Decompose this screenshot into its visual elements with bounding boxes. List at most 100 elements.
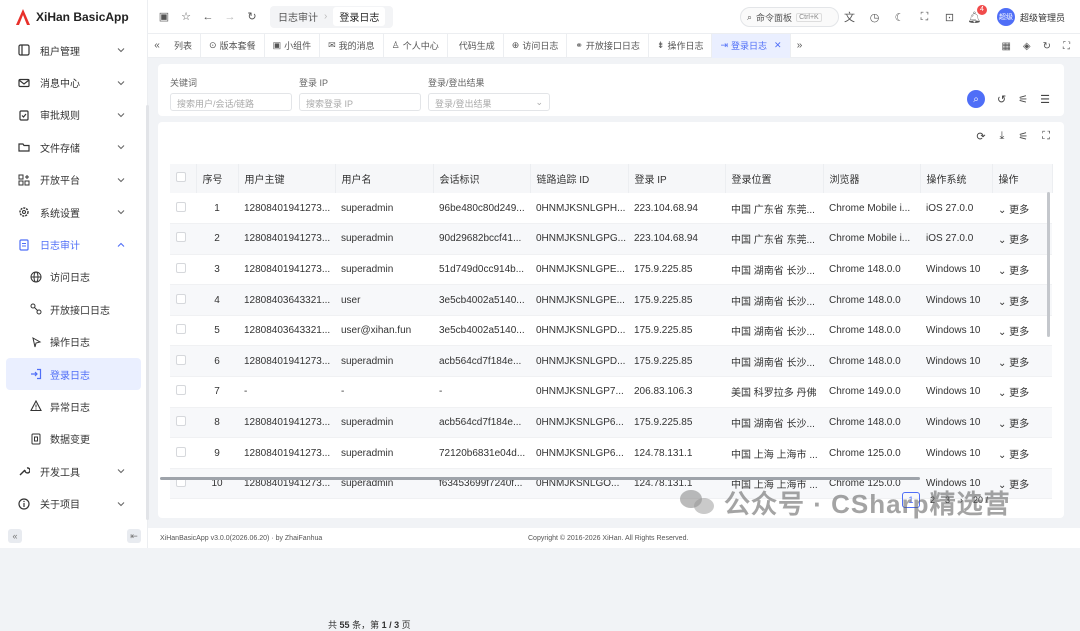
filter-adjust-icon[interactable]: ☰ <box>1040 93 1050 106</box>
forward-arrow-icon[interactable]: → <box>224 11 236 23</box>
more-button[interactable]: ⌄ 更多 <box>998 327 1029 338</box>
tab-4[interactable]: ♙ 个人中心 <box>384 33 448 58</box>
more-button[interactable]: ⌄ 更多 <box>998 266 1029 277</box>
tab-2[interactable]: ▣ 小组件 <box>265 33 321 58</box>
reload-icon[interactable]: ⟳ <box>976 130 985 143</box>
sidebar-item-items0[interactable]: 租户管理 <box>0 34 147 66</box>
column-header[interactable]: 登录位置 <box>725 164 824 193</box>
bell-icon[interactable]: 🔔︎ 4 <box>968 4 987 24</box>
command-palette-button[interactable]: ⌕ 命令面板 Ctrl+K <box>740 7 839 27</box>
tab-3[interactable]: ✉ 我的消息 <box>320 33 384 58</box>
column-header[interactable]: 会话标识 <box>433 164 531 193</box>
tabs-scroll-right-icon[interactable]: » <box>791 40 809 51</box>
lock-icon[interactable]: ⊡ <box>943 11 956 24</box>
more-button[interactable]: ⌄ 更多 <box>998 297 1029 308</box>
ip-input[interactable]: 搜索登录 IP <box>299 93 421 111</box>
row-checkbox[interactable] <box>176 415 186 426</box>
filter-settings-icon[interactable]: ⚟ <box>1018 93 1028 106</box>
tab-8[interactable]: ⇟ 操作日志 <box>649 33 713 58</box>
sidebar-subitem-0[interactable]: 访问日志 <box>0 261 147 293</box>
moon-icon[interactable]: ☾ <box>893 11 906 24</box>
table-fullscreen-icon[interactable]: ⛶ <box>1042 130 1050 143</box>
keyword-input[interactable]: 搜索用户/会话/链路 <box>170 93 292 111</box>
app-logo[interactable]: XiHan BasicApp <box>0 0 147 34</box>
tab-6[interactable]: ⊕ 访问日志 <box>504 33 568 58</box>
tab-9[interactable]: ⇥ 登录日志 ✕ <box>712 33 791 58</box>
tabs-scroll-left-icon[interactable]: « <box>148 40 166 51</box>
table-row[interactable]: 9 12808401941273... superadmin 72120b6831e0… <box>170 437 1052 469</box>
row-checkbox[interactable] <box>176 324 186 335</box>
sidebar-subitem-4[interactable]: 异常日志 <box>0 390 147 422</box>
sidebar-item-items2[interactable]: 审批规则 <box>0 99 147 131</box>
more-button[interactable]: ⌄ 更多 <box>998 358 1029 369</box>
download-icon[interactable]: ⤓ <box>1000 130 1005 143</box>
table-row[interactable]: 7- - -0HNMJKSNLGP7... 206.83.106.3 美国 科罗拉多 丹… <box>170 376 1052 408</box>
column-header[interactable]: 浏览器 <box>823 164 921 193</box>
more-button[interactable]: ⌄ 更多 <box>998 235 1029 246</box>
table-row[interactable]: 6 12808401941273... superadmin acb564cd7f18… <box>170 345 1052 378</box>
layers-icon[interactable]: ◈ <box>1023 41 1031 52</box>
more-button[interactable]: ⌄ 更多 <box>998 388 1029 399</box>
table-row[interactable]: 8 12808401941273... superadmin acb564cd7f18… <box>170 407 1052 439</box>
reset-icon[interactable]: ↺ <box>997 93 1006 106</box>
sidebar-item-bottom_items0[interactable]: 开发工具 <box>0 455 147 487</box>
sidebar-subitem-1[interactable]: 开放接口日志 <box>0 293 147 325</box>
grid-icon[interactable]: ▦ <box>1001 41 1010 52</box>
translate-icon[interactable]: 文 <box>843 11 856 24</box>
column-header[interactable]: 链路追踪 ID <box>530 164 629 193</box>
sidebar-subitem-2[interactable]: 操作日志 <box>0 326 147 358</box>
row-checkbox[interactable] <box>176 354 186 365</box>
table-row[interactable]: 5 12808403643321... user@xihan.fun 3e5cb400… <box>170 315 1052 347</box>
more-button[interactable]: ⌄ 更多 <box>998 419 1029 430</box>
tab-5[interactable]: 代码生成 <box>448 33 504 58</box>
column-header[interactable]: 登录 IP <box>628 164 726 193</box>
breadcrumb-current[interactable]: 登录日志 <box>333 7 386 26</box>
more-button[interactable]: ⌄ 更多 <box>998 205 1029 216</box>
maximize-icon[interactable]: ⛶ <box>1063 41 1070 52</box>
search-button[interactable]: ⌕ <box>967 90 986 108</box>
row-checkbox[interactable] <box>176 232 186 243</box>
row-checkbox[interactable] <box>176 201 186 212</box>
collapse-left-icon[interactable]: « <box>8 529 22 543</box>
row-checkbox[interactable] <box>176 385 186 396</box>
table-row[interactable]: 2 12808401941273... superadmin 90d29682bccf… <box>170 223 1052 255</box>
row-checkbox[interactable] <box>176 262 186 273</box>
fullscreen-icon[interactable]: ⛶ <box>918 11 931 24</box>
sidebar-item-items3[interactable]: 文件存储 <box>0 131 147 163</box>
back-arrow-icon[interactable]: ← <box>202 11 214 23</box>
sidebar-item-bottom_items1[interactable]: 关于项目 <box>0 487 147 519</box>
more-button[interactable]: ⌄ 更多 <box>998 450 1029 461</box>
close-icon[interactable]: ✕ <box>774 40 782 51</box>
table-row[interactable]: 4 12808403643321... user 3e5cb4002a5140... 0… <box>170 284 1052 316</box>
row-checkbox[interactable] <box>176 446 186 457</box>
sidebar-toggle-icon[interactable]: ▣ <box>158 11 170 23</box>
table-row[interactable]: 3 12808401941273... superadmin 51d749d0cc91… <box>170 254 1052 286</box>
collapse-sidebar-icon[interactable]: ⇤ <box>127 529 141 543</box>
refresh-icon[interactable]: ↻ <box>246 11 258 23</box>
result-select[interactable]: 登录/登出结果 ⌄ <box>428 93 550 111</box>
column-header[interactable]: 操作系统 <box>920 164 993 193</box>
sidebar-scrollbar[interactable] <box>146 105 149 520</box>
table-horizontal-scrollbar[interactable] <box>160 477 920 480</box>
tab-1[interactable]: ⊙ 版本套餐 <box>201 33 265 58</box>
star-icon[interactable]: ☆ <box>180 11 192 23</box>
table-vertical-scrollbar[interactable] <box>1047 192 1050 337</box>
sidebar-item-items4[interactable]: 开放平台 <box>0 164 147 196</box>
sidebar-item-items5[interactable]: 系统设置 <box>0 196 147 228</box>
column-header[interactable]: 操作 <box>992 164 1053 193</box>
tab-0[interactable]: 列表 <box>166 33 202 58</box>
column-header[interactable]: 用户名 <box>335 164 434 193</box>
user-menu[interactable]: 超级 超级管理员 <box>997 8 1065 26</box>
sidebar-subitem-3[interactable]: 登录日志 <box>6 357 141 391</box>
select-all-checkbox[interactable] <box>176 172 186 182</box>
sidebar-item-items1[interactable]: 消息中心 <box>0 66 147 98</box>
sidebar-item-items6[interactable]: 日志审计 <box>0 228 147 260</box>
clock-icon[interactable]: ◷ <box>868 11 881 24</box>
column-settings-icon[interactable]: ⚟ <box>1018 130 1028 143</box>
tab-7[interactable]: ⚭ 开放接口日志 <box>567 33 649 58</box>
tab-refresh-icon[interactable]: ↻ <box>1043 41 1051 52</box>
column-header[interactable]: 用户主键 <box>238 164 336 193</box>
sidebar-subitem-5[interactable]: 数据变更 <box>0 423 147 455</box>
breadcrumb-item[interactable]: 日志审计 <box>278 9 318 24</box>
table-row[interactable]: 1 12808401941273... superadmin 96be480c80d2… <box>170 193 1052 225</box>
